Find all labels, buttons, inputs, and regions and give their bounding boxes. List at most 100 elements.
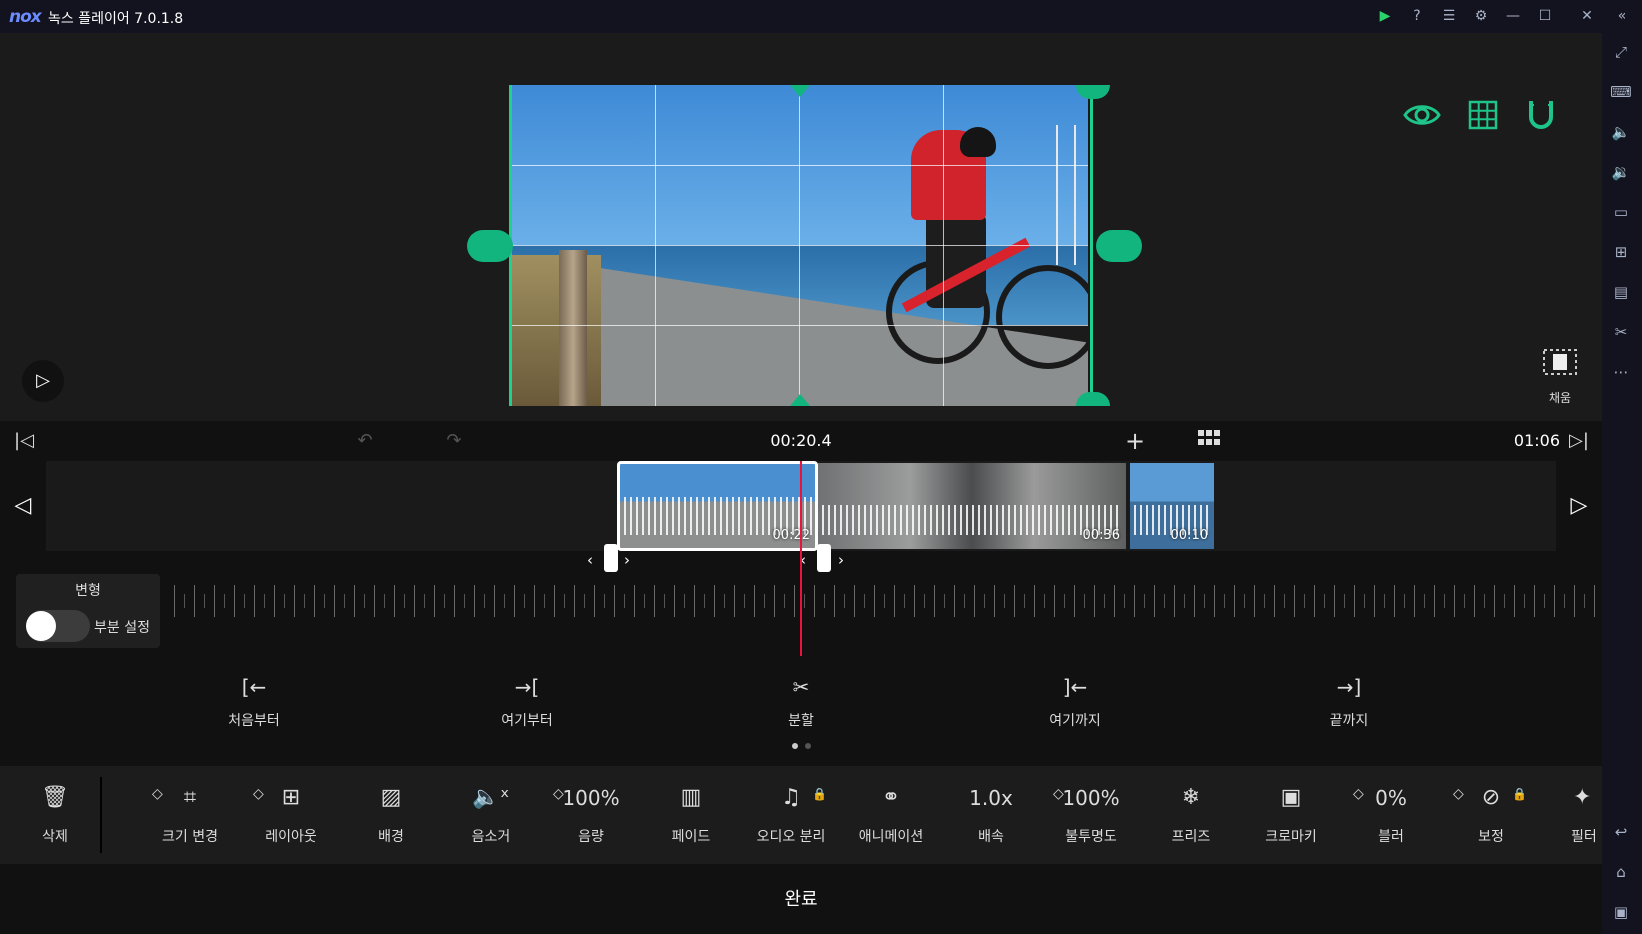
fullscreen-icon[interactable]: ⤢ bbox=[1610, 41, 1632, 63]
tool-opacity[interactable]: ◇ 100% 불투명도 bbox=[1043, 780, 1139, 846]
trash-icon: 🗑 bbox=[41, 785, 69, 810]
collapse-sidebar-icon[interactable]: « bbox=[1612, 6, 1632, 26]
play-button[interactable]: ▷ bbox=[22, 360, 64, 402]
add-icon[interactable]: + bbox=[1122, 428, 1148, 454]
trim-to-here-button[interactable]: ]← 여기까지 bbox=[1015, 672, 1135, 730]
prev-frame-icon[interactable]: ◁ bbox=[0, 461, 46, 551]
resize-handle-bottom[interactable] bbox=[790, 394, 810, 406]
resize-handle-right[interactable] bbox=[1096, 230, 1142, 262]
tool-background[interactable]: ▨ 배경 bbox=[343, 780, 439, 846]
split-button[interactable]: ✂ 분할 bbox=[741, 672, 861, 730]
tool-mute[interactable]: 🔈ˣ 음소거 bbox=[443, 780, 539, 846]
back-icon[interactable]: ↩ bbox=[1610, 821, 1632, 843]
timeline-clip[interactable]: 00:36 bbox=[818, 463, 1126, 549]
tool-animation[interactable]: ⚭ 애니메이션 bbox=[843, 780, 939, 846]
trim-from-start-icon: [← bbox=[241, 675, 267, 699]
rider-helmet bbox=[960, 127, 996, 157]
trim-from-here-button[interactable]: →[ 여기부터 bbox=[467, 672, 587, 730]
done-button[interactable]: 완료 bbox=[751, 885, 851, 911]
video-wooden-post bbox=[559, 250, 587, 406]
animation-icon: ⚭ bbox=[881, 785, 901, 810]
tool-volume[interactable]: ◇ 100% 음량 bbox=[543, 780, 639, 846]
eye-icon[interactable] bbox=[1402, 98, 1442, 132]
play-store-icon[interactable]: ▶ bbox=[1375, 6, 1395, 26]
multi-instance-icon[interactable]: ▤ bbox=[1610, 281, 1632, 303]
opacity-value: 100% bbox=[1062, 786, 1120, 810]
recent-apps-icon[interactable]: ▣ bbox=[1610, 901, 1632, 923]
trim-left-arrow-icon: › bbox=[624, 551, 630, 569]
timeline-clip[interactable]: 00:10 bbox=[1130, 463, 1214, 549]
volume-down-icon[interactable]: 🔉 bbox=[1610, 161, 1632, 183]
tool-fade[interactable]: ▥ 페이드 bbox=[643, 780, 739, 846]
audio-split-icon: ♫ 🔒 bbox=[743, 780, 839, 816]
fill-icon[interactable] bbox=[1542, 348, 1578, 376]
clip-duration: 00:36 bbox=[1082, 528, 1120, 543]
tool-speed[interactable]: 1.0x 배속 bbox=[943, 780, 1039, 846]
jump-to-end-icon[interactable]: ▷| bbox=[1566, 428, 1592, 454]
volume-up-icon[interactable]: 🔈 bbox=[1610, 121, 1632, 143]
trim-from-start-button[interactable]: [← 처음부터 bbox=[194, 672, 314, 730]
tool-chroma-key[interactable]: ▣ 크로마키 bbox=[1243, 780, 1339, 846]
toggle-knob bbox=[26, 611, 56, 641]
fade-icon: ▥ bbox=[680, 785, 702, 810]
blur-value: 0% bbox=[1375, 786, 1407, 810]
jump-to-start-icon[interactable]: |◁ bbox=[11, 428, 37, 454]
trim-handle-left[interactable] bbox=[604, 544, 618, 572]
adjust-icon: ◇ ⊘ 🔒 bbox=[1443, 780, 1539, 816]
keyboard-icon[interactable]: ⌨ bbox=[1610, 81, 1632, 103]
time-ruler-fine bbox=[184, 594, 1600, 608]
tool-audio-split[interactable]: ♫ 🔒 오디오 분리 bbox=[743, 780, 839, 846]
trim-handle-right[interactable] bbox=[817, 544, 831, 572]
more-icon[interactable]: ⋯ bbox=[1610, 361, 1632, 383]
speed-value: 1.0x bbox=[969, 786, 1013, 810]
filter-icon: ✦ bbox=[1573, 785, 1592, 810]
tool-blur[interactable]: ◇ 0% 블러 bbox=[1343, 780, 1439, 846]
layout-icon: ◇ ⊞ bbox=[243, 780, 339, 816]
fill-label: 채움 bbox=[1548, 391, 1572, 405]
layer-view-icon[interactable] bbox=[1196, 428, 1222, 454]
resize-handle-top[interactable] bbox=[790, 85, 810, 97]
grid-line bbox=[511, 245, 1088, 246]
minimize-icon[interactable]: — bbox=[1503, 6, 1523, 26]
window-title: 녹스 플레이어 7.0.1.8 bbox=[48, 11, 184, 27]
tool-filter[interactable]: ✦ 필터 bbox=[1543, 780, 1602, 846]
delete-button[interactable]: 🗑 삭제 bbox=[7, 780, 103, 846]
grid-icon[interactable] bbox=[1468, 98, 1498, 132]
opacity-value-wrap: ◇ 100% bbox=[1043, 780, 1139, 816]
tool-freeze[interactable]: ❄ 프리즈 bbox=[1143, 780, 1239, 846]
crop-icon: ◇ ⌗ bbox=[142, 780, 238, 816]
home-icon[interactable]: ⌂ bbox=[1610, 861, 1632, 883]
keyframe-diamond-icon: ◇ bbox=[253, 786, 264, 802]
trim-to-end-button[interactable]: →] 끝까지 bbox=[1289, 672, 1409, 730]
redo-icon[interactable]: ↷ bbox=[441, 428, 467, 454]
undo-icon[interactable]: ↶ bbox=[352, 428, 378, 454]
tool-resize[interactable]: ◇ ⌗ 크기 변경 bbox=[142, 780, 238, 846]
clip-duration: 00:10 bbox=[1170, 528, 1208, 543]
keyframe-diamond-icon: ◇ bbox=[553, 786, 564, 802]
settings-icon[interactable]: ⚙ bbox=[1471, 6, 1491, 26]
tool-layout[interactable]: ◇ ⊞ 레이아웃 bbox=[243, 780, 339, 846]
tool-adjust[interactable]: ◇ ⊘ 🔒 보정 bbox=[1443, 780, 1539, 846]
help-icon[interactable]: ? bbox=[1407, 6, 1427, 26]
title-bar bbox=[0, 0, 1642, 33]
screen-icon[interactable]: ▭ bbox=[1610, 201, 1632, 223]
background-icon: ▨ bbox=[380, 785, 402, 810]
trim-right-arrow-icon: › bbox=[838, 551, 844, 569]
blur-value-wrap: ◇ 0% bbox=[1343, 780, 1439, 816]
volume-value-wrap: ◇ 100% bbox=[543, 780, 639, 816]
lock-icon: 🔒 bbox=[1512, 787, 1527, 801]
close-icon[interactable]: ✕ bbox=[1577, 6, 1597, 26]
trim-from-here-icon: →[ bbox=[514, 675, 540, 699]
next-frame-icon[interactable]: ▷ bbox=[1556, 461, 1602, 551]
playhead[interactable] bbox=[800, 461, 802, 656]
video-grass bbox=[511, 255, 601, 406]
keyframe-diamond-icon: ◇ bbox=[1453, 786, 1464, 802]
add-apk-icon[interactable]: ⊞ bbox=[1610, 241, 1632, 263]
keyframe-diamond-icon: ◇ bbox=[1353, 786, 1364, 802]
resize-handle-left[interactable] bbox=[467, 230, 513, 262]
menu-icon[interactable]: ☰ bbox=[1439, 6, 1459, 26]
video-preview[interactable] bbox=[511, 85, 1088, 406]
screenshot-scissors-icon[interactable]: ✂ bbox=[1610, 321, 1632, 343]
maximize-icon[interactable]: ☐ bbox=[1535, 6, 1555, 26]
magnet-icon[interactable] bbox=[1526, 98, 1556, 132]
